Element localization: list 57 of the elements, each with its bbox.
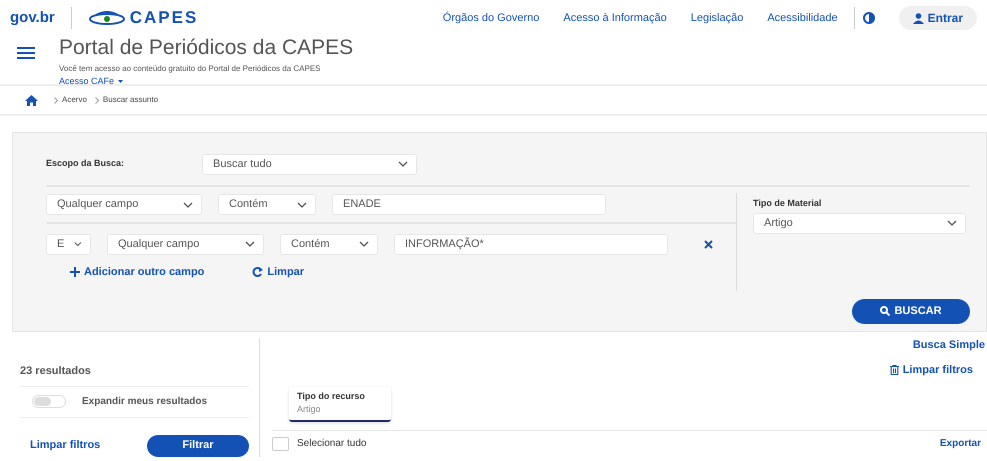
clear-button[interactable]: Limpar xyxy=(252,264,304,280)
filter-chip[interactable]: Tipo do recurso Artigo xyxy=(289,386,391,422)
export-link[interactable]: Exportar xyxy=(940,436,981,451)
operator-dropdown[interactable]: E xyxy=(46,234,91,254)
user-icon xyxy=(912,12,924,24)
chevron-right-icon xyxy=(54,96,58,104)
brand-logo: gov.br xyxy=(10,8,55,28)
scope-dropdown[interactable]: Buscar tudo xyxy=(202,154,417,174)
toggle-switch[interactable] xyxy=(32,395,66,408)
chevron-icon xyxy=(398,160,408,168)
search-icon xyxy=(880,306,890,316)
nav-link[interactable]: Legislação xyxy=(690,10,744,26)
clear-filters-link[interactable]: Limpar filtros xyxy=(30,437,100,454)
nav-link[interactable]: Órgãos do Governo xyxy=(442,10,540,26)
nav-link[interactable]: Acessibilidade xyxy=(767,10,838,26)
trash-icon xyxy=(890,365,899,376)
chevron-icon xyxy=(359,240,369,248)
close-icon[interactable] xyxy=(704,240,713,248)
scope-label: Escopo da Busca: xyxy=(46,157,126,170)
breadcrumb-item[interactable]: Acervo xyxy=(62,94,87,106)
chevron-icon xyxy=(245,240,255,248)
material-label: Tipo de Material xyxy=(753,197,822,210)
simple-search-link[interactable]: Busca Simple xyxy=(912,336,985,354)
sign-in-button[interactable]: Entrar xyxy=(898,6,977,30)
checkbox-label: Selecionar tudo xyxy=(297,437,366,451)
logo-text: CAPES xyxy=(130,7,198,30)
page-title: Portal de Periódicos da CAPES xyxy=(59,36,354,60)
search-field[interactable]: INFORMAÇÃO* xyxy=(394,234,668,254)
chevron-icon xyxy=(183,200,193,208)
breadcrumb-item: Buscar assunto xyxy=(102,94,158,106)
add-field-button[interactable]: Adicionar outro campo xyxy=(70,264,204,280)
chevron-icon xyxy=(297,200,307,208)
chevron-icon xyxy=(947,219,957,227)
search-field[interactable]: ENADE xyxy=(332,194,606,215)
checkbox[interactable] xyxy=(272,436,289,450)
chevron-icon xyxy=(74,240,82,248)
condition-dropdown[interactable]: Contém xyxy=(280,234,378,254)
field-dropdown[interactable]: Qualquer campo xyxy=(46,194,202,215)
access-menu[interactable]: Acesso CAFe xyxy=(59,75,124,89)
eye-logo-icon xyxy=(88,11,126,25)
material-dropdown[interactable]: Artigo xyxy=(753,212,966,234)
chevron-right-icon xyxy=(94,96,99,104)
caret-icon xyxy=(118,80,124,84)
result-count: 23 resultados xyxy=(20,364,92,379)
nav-link[interactable]: Acesso à Informação xyxy=(563,10,667,26)
condition-dropdown[interactable]: Contém xyxy=(218,194,316,215)
plus-icon xyxy=(70,267,80,278)
menu-icon[interactable] xyxy=(17,46,35,60)
access-notice: Você tem acesso ao conteúdo gratuito do Portal de Periódicos da CAPES xyxy=(59,63,322,76)
field-dropdown[interactable]: Qualquer campo xyxy=(107,234,264,254)
contrast-icon[interactable] xyxy=(862,12,875,24)
clear-filters-button[interactable]: Limpar filtros xyxy=(890,362,973,378)
toggle-label: Expandir meus resultados xyxy=(82,395,208,409)
filter-button[interactable]: Filtrar xyxy=(147,434,249,456)
search-button[interactable]: BUSCAR xyxy=(852,299,970,324)
refresh-icon xyxy=(252,267,264,278)
home-icon[interactable] xyxy=(25,94,38,106)
